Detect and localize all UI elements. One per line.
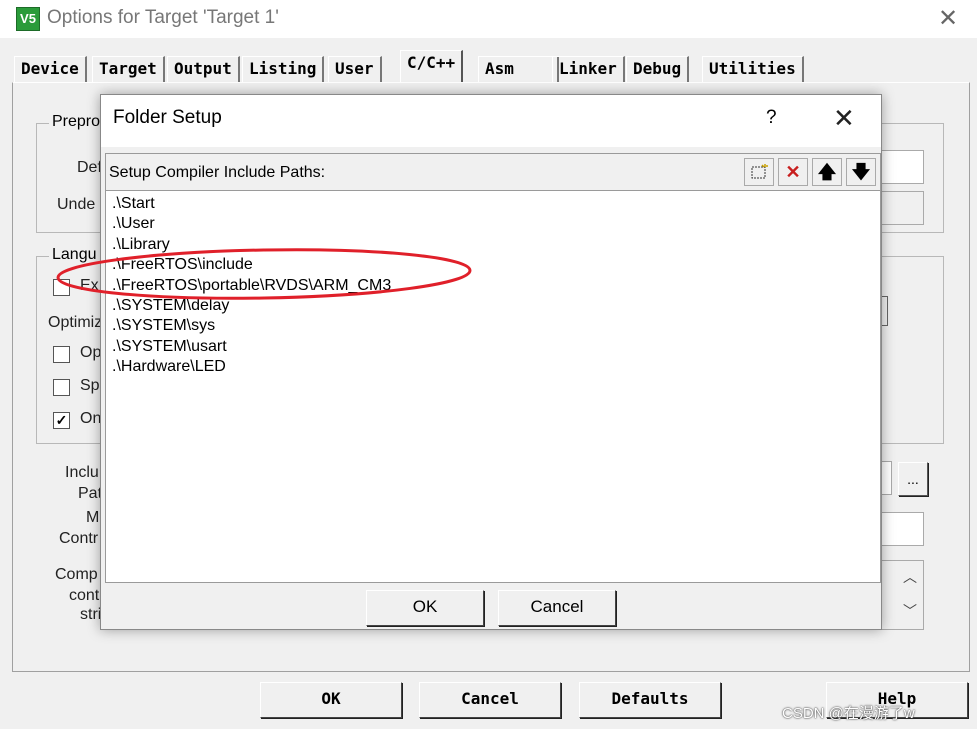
undefine-input[interactable] <box>880 191 924 225</box>
dialog-ok-button[interactable]: OK <box>366 590 484 626</box>
watermark: CSDN @在漫游了w <box>782 705 915 722</box>
include-paths-list-box: Setup Compiler Include Paths: ✕ 🡅 🡇 .\St… <box>105 153 881 583</box>
tab-linker[interactable]: Linker <box>552 56 625 83</box>
path-item-freertos-portable[interactable]: .\FreeRTOS\portable\RVDS\ARM_CM3 <box>110 276 875 296</box>
misc-controls-input[interactable] <box>880 512 924 546</box>
dialog-help-button[interactable]: ? <box>766 107 777 129</box>
ex-checkbox[interactable] <box>53 279 70 296</box>
optimization-label: Optimiz <box>48 314 103 331</box>
arrow-up-icon: 🡅 <box>817 162 837 182</box>
string-label: stri <box>80 606 102 623</box>
tab-device[interactable]: Device <box>14 56 87 83</box>
on-checkbox[interactable]: ✓ <box>53 412 70 429</box>
app-icon: V5 <box>16 7 40 31</box>
undefine-label: Unde <box>57 196 96 213</box>
compiler-label: Comp <box>55 566 98 583</box>
path-list: .\Start .\User .\Library .\FreeRTOS\incl… <box>110 194 875 576</box>
new-folder-button[interactable] <box>744 158 774 186</box>
cancel-button[interactable]: Cancel <box>419 682 561 718</box>
window-close-icon[interactable]: ✕ <box>938 4 958 33</box>
path-item-start[interactable]: .\Start <box>110 194 875 214</box>
scroll-up-icon[interactable]: ︿ <box>903 567 917 587</box>
controls-label: Contr <box>59 530 99 547</box>
new-folder-icon <box>751 164 768 179</box>
tab-asm[interactable]: Asm <box>478 56 559 83</box>
tab-target[interactable]: Target <box>92 56 165 83</box>
compiler-control-string: ︿ ﹀ <box>880 560 924 630</box>
op-label: Op <box>80 344 102 361</box>
tab-c-cpp[interactable]: C/C++ <box>400 50 464 83</box>
path-item-hardware-led[interactable]: .\Hardware\LED <box>110 357 875 377</box>
delete-button[interactable]: ✕ <box>778 158 808 186</box>
tab-listing[interactable]: Listing <box>242 56 325 83</box>
tab-output[interactable]: Output <box>167 56 240 83</box>
dialog-cancel-button[interactable]: Cancel <box>498 590 616 626</box>
path-item-system-usart[interactable]: .\SYSTEM\usart <box>110 337 875 357</box>
list-header-label: Setup Compiler Include Paths: <box>109 164 326 181</box>
arrow-down-icon: 🡇 <box>851 162 871 182</box>
delete-icon: ✕ <box>785 162 801 182</box>
sp-label: Sp <box>80 377 100 394</box>
window-titlebar: V5 Options for Target 'Target 1' ✕ <box>0 0 977 38</box>
dialog-titlebar: Folder Setup ? ✕ <box>101 95 881 147</box>
move-down-button[interactable]: 🡇 <box>846 158 876 186</box>
tab-debug[interactable]: Debug <box>626 56 690 83</box>
paths-label: Pat <box>78 485 103 502</box>
dialog-title: Folder Setup <box>113 107 222 128</box>
op-checkbox[interactable] <box>53 346 70 363</box>
ok-button[interactable]: OK <box>260 682 402 718</box>
defaults-button[interactable]: Defaults <box>579 682 721 718</box>
path-item-system-delay[interactable]: .\SYSTEM\delay <box>110 296 875 316</box>
path-item-library[interactable]: .\Library <box>110 235 875 255</box>
folder-setup-dialog: Folder Setup ? ✕ Setup Compiler Include … <box>100 94 882 630</box>
include-label: Inclu <box>65 464 99 481</box>
tab-user[interactable]: User <box>328 56 382 83</box>
dialog-close-icon[interactable]: ✕ <box>833 103 855 134</box>
include-paths-browse-button[interactable]: ... <box>898 462 928 496</box>
list-header: Setup Compiler Include Paths: ✕ 🡅 🡇 <box>106 154 880 191</box>
path-item-freertos-include[interactable]: .\FreeRTOS\include <box>110 255 875 275</box>
misc-label: M <box>86 509 100 526</box>
on-label: On <box>80 410 102 427</box>
path-item-system-sys[interactable]: .\SYSTEM\sys <box>110 316 875 336</box>
tab-utilities[interactable]: Utilities <box>702 56 804 83</box>
path-item-user[interactable]: .\User <box>110 214 875 234</box>
define-input[interactable] <box>880 150 924 184</box>
define-label: Def <box>77 159 102 176</box>
sp-checkbox[interactable] <box>53 379 70 396</box>
control-label: cont <box>69 587 100 604</box>
move-up-button[interactable]: 🡅 <box>812 158 842 186</box>
window-title: Options for Target 'Target 1' <box>47 7 279 28</box>
language-label: Langu <box>49 246 100 264</box>
ex-label: Ex <box>80 277 99 294</box>
preprocessor-label: Prepro <box>49 113 104 131</box>
scroll-down-icon[interactable]: ﹀ <box>903 601 917 621</box>
